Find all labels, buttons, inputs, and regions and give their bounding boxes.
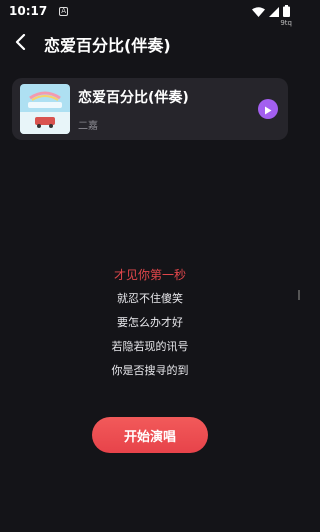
play-icon	[264, 100, 272, 119]
back-button[interactable]	[0, 28, 40, 60]
scroll-indicator	[298, 290, 300, 300]
header: 恋爱百分比(伴奏)	[0, 28, 300, 60]
status-icons	[252, 2, 290, 21]
status-time: 10:17	[9, 4, 48, 18]
lyric-line: 要怎么办才好	[117, 316, 183, 329]
song-card[interactable]: 恋爱百分比(伴奏) 二嘉	[12, 78, 288, 140]
lyric-line: 就忍不住傻笑	[117, 292, 183, 305]
wifi-icon	[252, 2, 265, 21]
song-info: 恋爱百分比(伴奏) 二嘉	[78, 87, 189, 132]
play-button[interactable]	[258, 99, 278, 119]
lyrics-list: 才见你第一秒 就忍不住傻笑 要怎么办才好 若隐若现的讯号 你是否搜寻的到	[0, 263, 300, 383]
network-speed: 9tq	[280, 19, 292, 27]
lyric-line: 你是否搜寻的到	[111, 364, 189, 377]
album-cover	[20, 84, 70, 134]
signal-icon	[269, 2, 279, 21]
status-bar: 10:17 A	[0, 0, 300, 22]
lyric-line-current: 才见你第一秒	[113, 268, 186, 282]
page-title: 恋爱百分比(伴奏)	[44, 36, 171, 55]
battery-icon	[283, 2, 290, 21]
song-artist: 二嘉	[78, 120, 98, 132]
lyric-line: 若隐若现的讯号	[111, 340, 189, 353]
chevron-left-icon	[14, 33, 26, 54]
song-title: 恋爱百分比(伴奏)	[78, 89, 189, 106]
start-singing-button[interactable]: 开始演唱	[92, 417, 208, 453]
notification-icon: A	[59, 6, 69, 16]
